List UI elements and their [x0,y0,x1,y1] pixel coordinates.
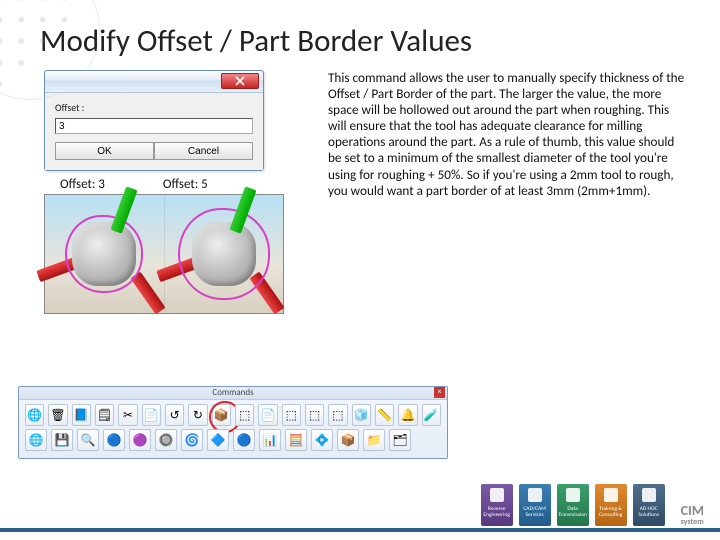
toolbar-button[interactable]: ⬚ [235,404,254,426]
toolbar-button[interactable]: 💠 [311,429,333,451]
toolbar-button[interactable]: 🔵 [103,429,125,451]
cancel-button[interactable]: Cancel [154,142,253,160]
toolbar-button[interactable]: 🌐 [25,429,47,451]
description-text: This command allows the user to manually… [328,70,690,199]
footer-accent-bar [0,528,720,532]
toolbar-button[interactable]: 🔷 [207,429,229,451]
toolbar-button[interactable]: 🌀 [181,429,203,451]
toolbar-button[interactable]: 🔵 [233,429,255,451]
dialog-titlebar[interactable] [45,71,263,93]
toolbar-button[interactable]: 🟣 [129,429,151,451]
toolbar-button[interactable]: ⬚ [305,404,324,426]
toolbar-button[interactable]: 📘 [72,404,91,426]
toolbar-button[interactable]: ⬚ [282,404,301,426]
commands-toolbar: Commands × 🌐🗑📘🗒✂📄↺↻📦⬚📄⬚⬚⬚🧊📏🔔🧪 🌐💾🔍🔵🟣🔘🌀🔷🔵📊… [18,386,448,459]
toolbar-button[interactable]: 🧊 [352,404,371,426]
ok-button[interactable]: OK [55,142,154,160]
tooth-model-icon [192,222,256,286]
close-icon[interactable]: × [434,387,445,398]
toolbar-button[interactable]: 🗒 [95,404,114,426]
toolbar-button[interactable]: 📦 [337,429,359,451]
toolbar-button[interactable]: 💾 [51,429,73,451]
toolbar-button[interactable]: 📄 [258,404,277,426]
page-title: Modify Offset / Part Border Values [0,0,720,70]
toolbar-button[interactable]: 🔔 [398,404,417,426]
footer-badge: CAD/CAM Services [519,484,551,526]
toolbar-button[interactable]: 🔘 [155,429,177,451]
toolbar-button[interactable]: 📄 [142,404,161,426]
toolbar-button[interactable]: 🌐 [25,404,44,426]
toolbar-button[interactable]: ↻ [188,404,207,426]
offset-caption-5: Offset: 5 [163,177,208,192]
offset-dialog: Offset : OK Cancel [44,70,264,171]
footer-badge: Reverse Engineering [481,484,513,526]
toolbar-button[interactable]: 🗑 [48,404,67,426]
footer-badge: Data Transmission [557,484,589,526]
footer-logos: Reverse Engineering CAD/CAM Services Dat… [481,484,704,526]
footer-badge: AD HOC Solutions [633,484,665,526]
toolbar-button[interactable]: ⬚ [328,404,347,426]
toolbar-button[interactable]: 📁 [363,429,385,451]
brand-logo: CIM system [681,504,704,526]
footer-badge: Training & Consulting [595,484,627,526]
offset-field-label: Offset : [55,101,253,114]
toolbar-button[interactable]: 📊 [259,429,281,451]
close-icon[interactable] [221,73,259,89]
toolbar-button[interactable]: 🔍 [77,429,99,451]
toolbar-button[interactable]: 🧮 [285,429,307,451]
tooth-model-icon [72,222,136,286]
toolbar-button[interactable]: 🗂 [389,429,411,451]
toolbar-button[interactable]: 🧪 [422,404,441,426]
toolbar-button[interactable]: ✂ [118,404,137,426]
toolbar-button[interactable]: ↺ [165,404,184,426]
commands-toolbar-title[interactable]: Commands × [19,387,447,400]
toolbar-button[interactable]: 📦 [212,404,231,426]
offset-caption-3: Offset: 3 [60,177,105,192]
offset-input[interactable] [55,118,253,134]
offset-preview-image [44,194,284,314]
toolbar-button[interactable]: 📏 [375,404,394,426]
